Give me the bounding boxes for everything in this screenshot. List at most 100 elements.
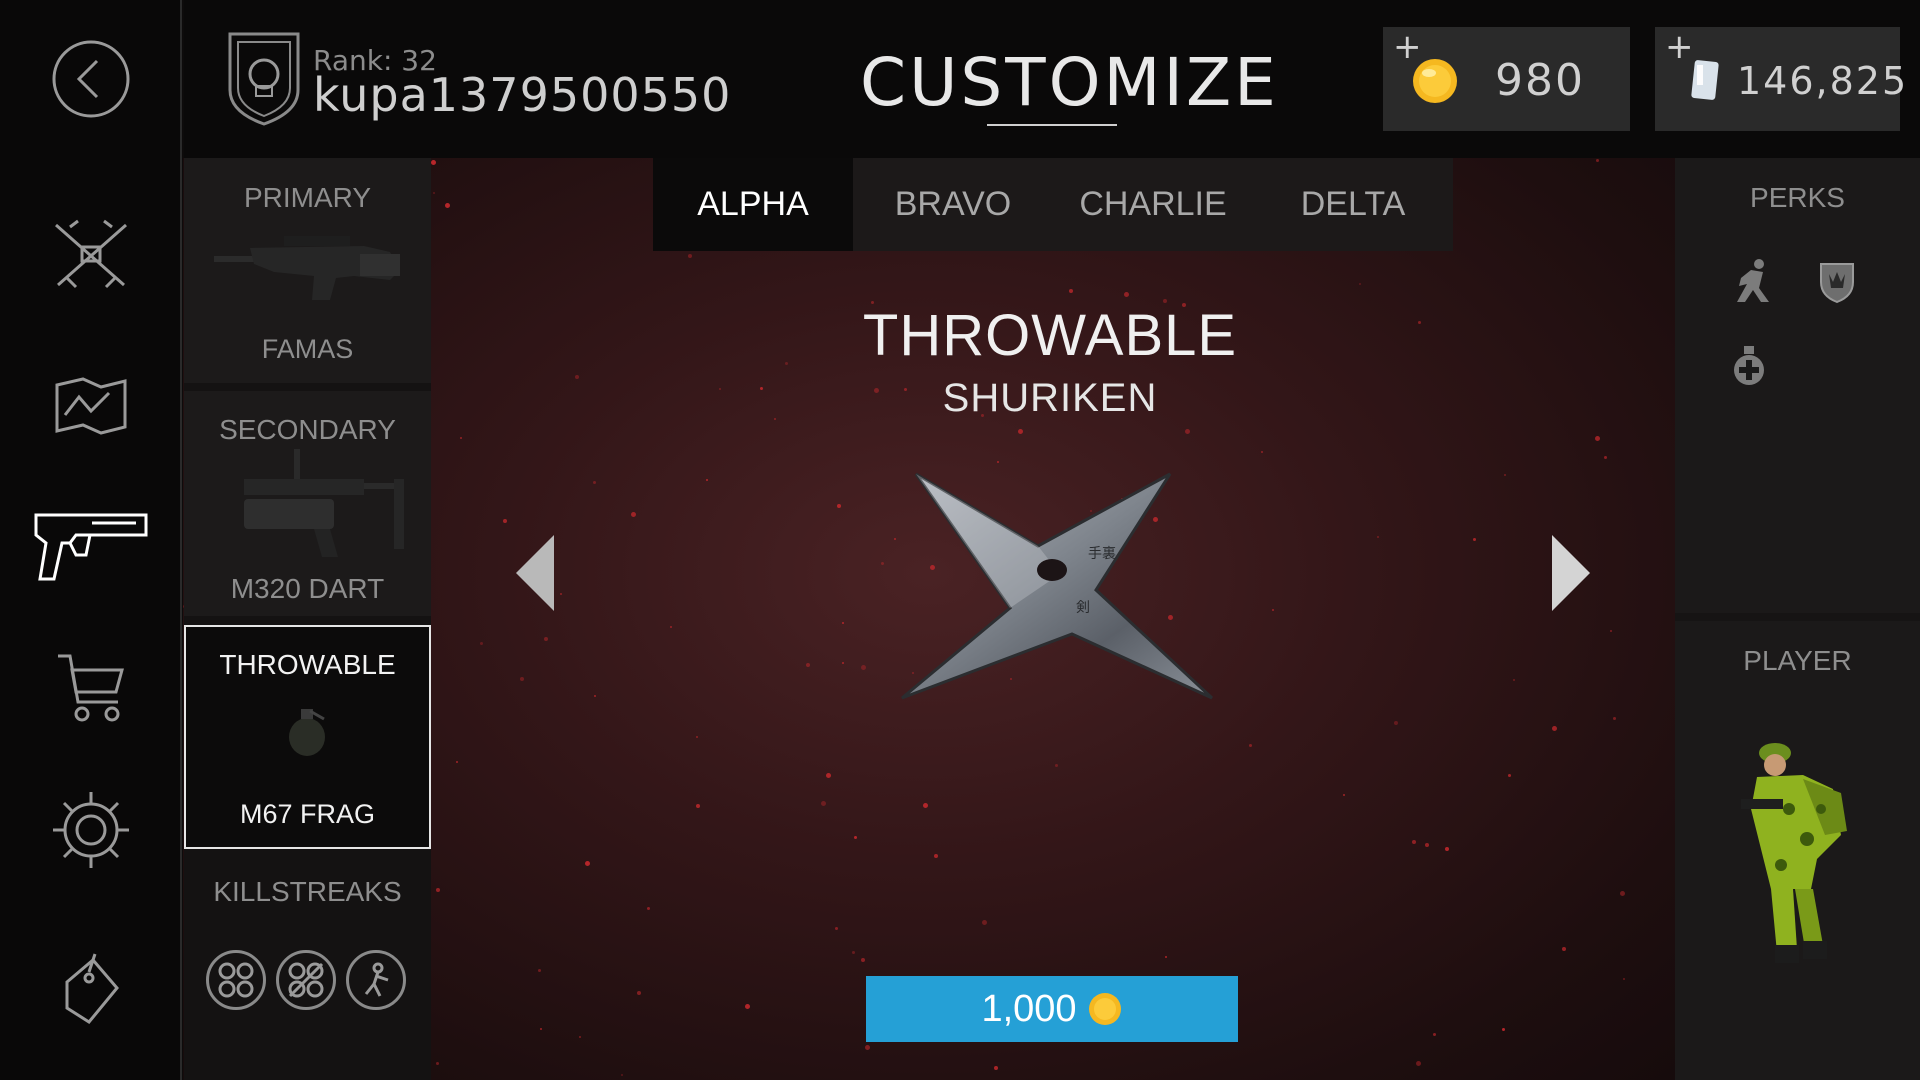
killstreaks-slot[interactable]: KILLSTREAKS [184,858,431,1080]
ember-particle [1412,840,1416,844]
ember-particle [837,504,841,508]
secondary-slot-weapon: M320 DART [230,573,385,604]
ember-particle [1504,474,1506,476]
ember-particle [994,1066,998,1070]
username: kupa1379500550 [313,68,732,122]
ember-particle [1359,283,1361,285]
nav-store[interactable] [0,648,182,728]
ember-particle [520,677,524,681]
title-underline [987,124,1117,126]
tab-delta[interactable]: DELTA [1253,158,1453,251]
ember-particle [688,254,692,258]
previous-item-button[interactable] [516,535,556,611]
ember-particle [1610,630,1612,632]
page-title: CUSTOMIZE [860,44,1279,121]
ember-particle [456,761,458,763]
ember-particle [594,695,596,697]
svg-text:手裏: 手裏 [1088,545,1116,562]
ember-particle [460,437,462,439]
ember-particle [923,803,928,808]
ember-particle [503,519,507,523]
ember-particle [433,192,435,194]
coins-amount: 980 [1495,55,1585,106]
item-category: THROWABLE [862,303,1238,368]
ember-particle [982,920,987,925]
ember-particle [745,1004,750,1009]
ember-particle [585,861,590,866]
ember-particle [637,991,641,995]
nav-loadout[interactable] [0,500,182,590]
ember-particle [1620,891,1625,896]
tab-charlie[interactable]: CHARLIE [1053,158,1253,251]
primary-slot[interactable]: PRIMARY FAMAS [184,158,431,383]
ember-particle [1595,436,1600,441]
shuriken-icon: 手裏 剣 [901,472,1214,700]
ember-particle [575,375,579,379]
ember-particle [1343,794,1345,796]
tab-alpha[interactable]: ALPHA [653,158,853,251]
ember-particle [621,1074,623,1076]
cards-balance[interactable]: + 146,825 [1655,27,1906,131]
card-icon [1691,60,1719,100]
ember-particle [1124,292,1129,297]
secondary-slot-title: SECONDARY [219,414,396,445]
ember-particle [1069,289,1073,293]
shopping-cart-icon [58,654,124,722]
crossed-rifles-icon [55,219,127,289]
back-arrow-icon [52,40,130,118]
cards-amount: 146,825 [1737,59,1909,103]
ember-particle [436,1062,439,1065]
right-panel: PERKS PLAYER [1675,158,1920,1080]
ember-particle [1394,721,1398,725]
ember-particle [445,203,450,208]
ember-particle [1055,764,1058,767]
coin-icon [1413,59,1457,103]
coins-balance[interactable]: + 980 [1383,27,1630,131]
ember-particle [1473,538,1476,541]
buy-price: 1,000 [981,987,1077,1030]
primary-slot-title: PRIMARY [243,182,372,213]
nav-maps[interactable] [0,370,182,440]
ember-particle [538,969,541,972]
ember-particle [1513,679,1515,681]
ember-particle [1425,843,1429,847]
ember-particle [861,958,865,962]
ember-particle [1623,978,1625,980]
ember-particle [696,736,698,738]
ember-particle [826,773,831,778]
ember-particle [865,1045,870,1050]
ember-particle [806,663,810,667]
nav-multiplayer[interactable] [0,215,182,295]
ember-particle [431,160,436,165]
perks-panel[interactable]: PERKS [1675,158,1920,613]
map-icon [55,377,127,435]
svg-text:剣: 剣 [1076,600,1090,616]
throwable-slot[interactable]: THROWABLE M67 FRAG [184,625,431,849]
ember-particle [696,804,700,808]
frag-grenade-icon [289,709,325,756]
ember-particle [842,662,844,664]
m320-launcher-icon [244,449,404,557]
ember-particle [1272,609,1274,611]
ember-particle [560,593,562,595]
coin-icon [1088,993,1121,1025]
nav-profile[interactable] [0,950,182,1030]
ember-particle [544,637,548,641]
tab-bravo[interactable]: BRAVO [853,158,1053,251]
ember-particle [579,1036,581,1038]
ember-particle [1249,744,1252,747]
player-soldier-avatar [1741,743,1847,963]
dog-tag-icon [65,953,119,1024]
ember-particle [1416,1061,1421,1066]
buy-button[interactable]: 1,000 [866,976,1238,1042]
nav-settings[interactable] [0,790,182,870]
ember-particle [934,854,938,858]
back-button[interactable] [0,38,182,120]
ember-particle [1552,726,1557,731]
player-panel[interactable]: PLAYER [1675,621,1920,1080]
ember-particle [480,642,483,645]
next-item-button[interactable] [1550,535,1590,611]
ember-particle [1018,429,1023,434]
counter-uav-icon [276,950,336,1010]
ember-particle [1185,429,1190,434]
